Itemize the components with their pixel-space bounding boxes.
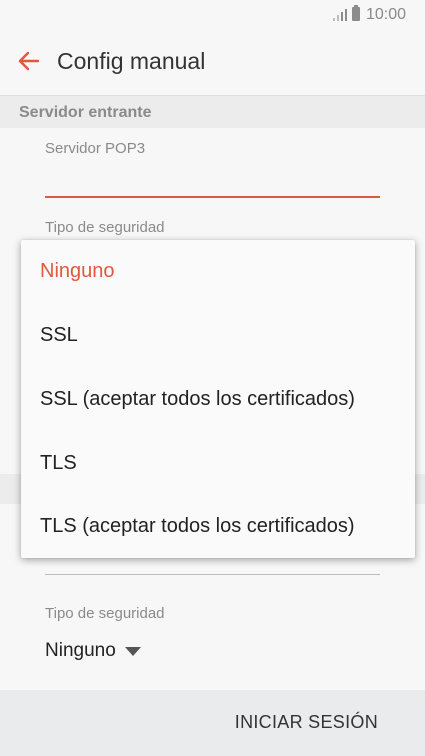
- login-button[interactable]: INICIAR SESIÓN: [235, 712, 378, 733]
- pop3-server-label: Servidor POP3: [45, 140, 146, 157]
- option-tls[interactable]: TLS: [21, 432, 415, 495]
- status-bar: 10:00: [0, 0, 425, 30]
- security-type-dropdown: Ninguno SSL SSL (aceptar todos los certi…: [21, 240, 415, 558]
- option-label: SSL (aceptar todos los certificados): [40, 388, 355, 410]
- section-title: Servidor entrante: [19, 104, 152, 121]
- security-type-label: Tipo de seguridad: [45, 219, 165, 236]
- option-label: SSL: [40, 324, 78, 346]
- battery-icon: [352, 5, 360, 21]
- security-type-label-2: Tipo de seguridad: [45, 605, 165, 622]
- signal-icon: [333, 9, 347, 21]
- security-type-value: Ninguno: [45, 640, 116, 661]
- option-ssl-all-certs[interactable]: SSL (aceptar todos los certificados): [21, 368, 415, 431]
- option-label: TLS: [40, 452, 77, 474]
- option-label: Ninguno: [40, 260, 115, 282]
- dropdown-arrow-icon: [124, 646, 141, 656]
- security-type-select[interactable]: Ninguno: [45, 640, 141, 662]
- option-tls-all-certs[interactable]: TLS (aceptar todos los certificados): [21, 495, 415, 558]
- back-arrow-icon[interactable]: [16, 48, 42, 74]
- option-label: TLS (aceptar todos los certificados): [40, 515, 355, 537]
- section-header-incoming: Servidor entrante: [0, 95, 425, 128]
- field-divider: [45, 574, 380, 575]
- pop3-server-input[interactable]: [45, 164, 380, 198]
- option-none[interactable]: Ninguno: [21, 240, 415, 303]
- bottom-bar: INICIAR SESIÓN: [0, 690, 425, 756]
- option-ssl[interactable]: SSL: [21, 304, 415, 367]
- app-bar: Config manual: [0, 30, 425, 94]
- page-title: Config manual: [57, 48, 206, 74]
- status-time: 10:00: [366, 6, 407, 23]
